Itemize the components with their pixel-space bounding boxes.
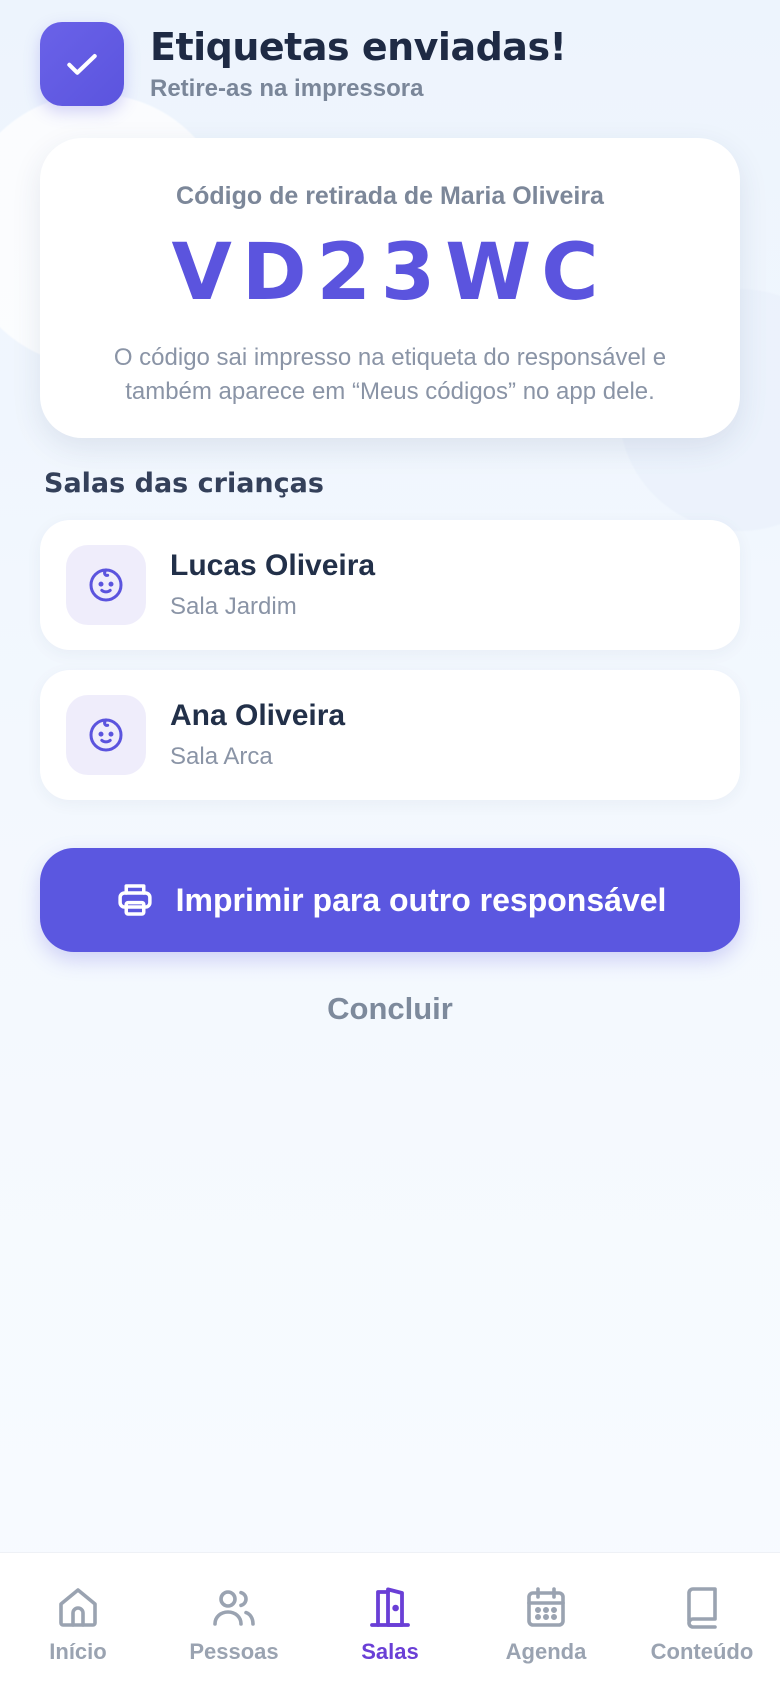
pickup-code-card: Código de retirada de Maria Oliveira VD2… [40, 138, 740, 438]
success-check-badge [40, 22, 124, 106]
check-icon [67, 54, 97, 75]
print-button-label: Imprimir para outro responsável [175, 881, 667, 918]
child-name: Ana Oliveira [170, 699, 346, 732]
nav-item-pessoas[interactable]: Pessoas [159, 1581, 309, 1665]
nav-item-inicio[interactable]: Início [3, 1581, 153, 1665]
nav-label: Salas [361, 1639, 419, 1664]
calendar-icon [527, 1587, 565, 1627]
book-icon [687, 1587, 717, 1629]
children-rooms-title: Salas das crianças [44, 468, 324, 499]
bottom-nav: Início Pessoas Salas Agenda Conteúdo [0, 1552, 780, 1688]
child-room: Sala Jardim [170, 593, 297, 620]
nav-item-conteudo[interactable]: Conteúdo [627, 1581, 777, 1665]
child-room-card[interactable]: Lucas Oliveira Sala Jardim [40, 520, 740, 650]
nav-label: Início [49, 1639, 107, 1664]
pickup-code-label: Código de retirada de Maria Oliveira [176, 182, 604, 210]
door-icon [370, 1587, 410, 1627]
pickup-code-note: O código sai impresso na etiqueta do res… [113, 344, 667, 405]
page-title: Etiquetas enviadas! [150, 25, 567, 69]
baby-face-icon [66, 545, 146, 625]
printer-icon [117, 884, 152, 916]
conclude-button[interactable]: Concluir [290, 984, 490, 1034]
print-for-other-guardian-button[interactable]: Imprimir para outro responsável [40, 848, 740, 952]
success-header: Etiquetas enviadas! Retire-as na impress… [40, 22, 740, 106]
nav-label: Agenda [505, 1639, 587, 1664]
page-subtitle: Retire-as na impressora [150, 75, 424, 102]
child-name: Lucas Oliveira [170, 549, 376, 582]
nav-label: Conteúdo [650, 1639, 754, 1664]
nav-item-agenda[interactable]: Agenda [471, 1581, 621, 1665]
baby-face-icon [66, 695, 146, 775]
home-icon [59, 1588, 97, 1627]
child-room-card[interactable]: Ana Oliveira Sala Arca [40, 670, 740, 800]
nav-label: Pessoas [189, 1639, 279, 1664]
pickup-code: VD23WC [171, 228, 609, 318]
nav-item-salas[interactable]: Salas [315, 1581, 465, 1665]
people-icon [213, 1590, 255, 1626]
child-room: Sala Arca [170, 743, 273, 770]
